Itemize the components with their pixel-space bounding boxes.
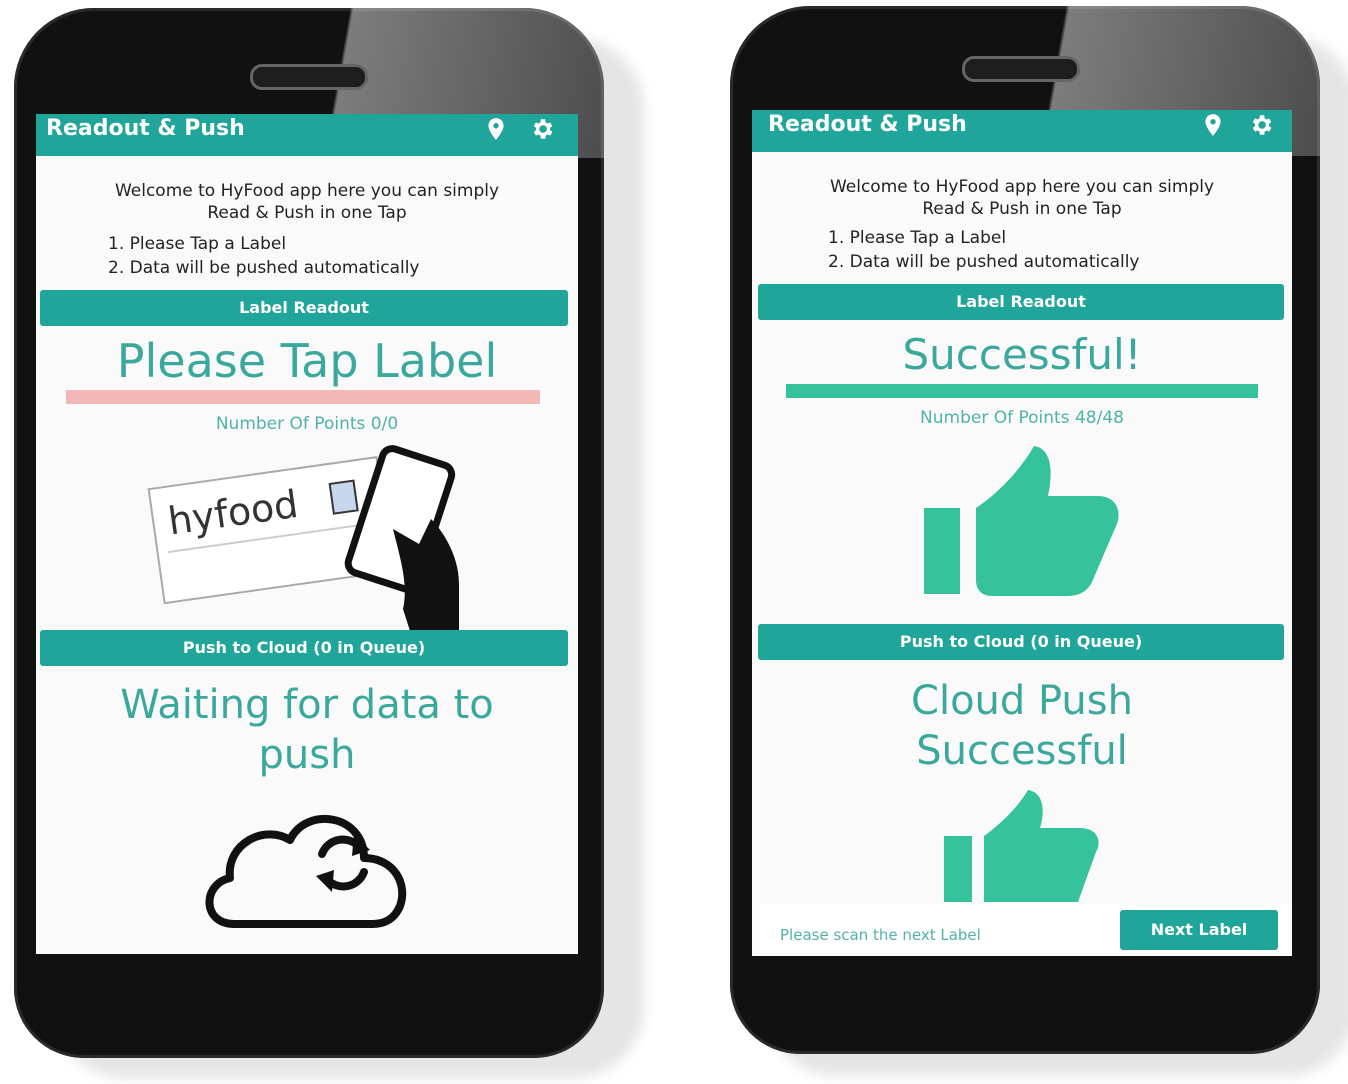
right-phone: Readout & Push Welcome to HyFood app her… — [730, 6, 1348, 1076]
welcome-text: Welcome to HyFood app here you can simpl… — [114, 181, 500, 223]
instructions-list: 1. Please Tap a Label 2. Data will be pu… — [828, 226, 1140, 274]
push-to-cloud-button[interactable]: Push to Cloud (0 in Queue) — [758, 624, 1284, 660]
push-status: Waiting for data to push — [120, 682, 494, 778]
gear-icon[interactable] — [1248, 112, 1274, 138]
label-readout-button[interactable]: Label Readout — [40, 290, 568, 326]
points-counter: Number Of Points 0/0 — [215, 414, 399, 434]
readout-progress-bar — [786, 384, 1258, 398]
hand-phone-icon: hyfood — [147, 445, 459, 634]
welcome-text: Welcome to HyFood app here you can simpl… — [829, 177, 1215, 219]
left-phone: Readout & Push Welcome to HyFood app her… — [14, 8, 644, 1078]
label-readout-button[interactable]: Label Readout — [758, 284, 1284, 320]
location-pin-icon[interactable] — [483, 116, 509, 142]
instructions-list: 1. Please Tap a Label 2. Data will be pu… — [108, 232, 420, 280]
cloud-sync-icon — [205, 814, 407, 928]
step-2: 2. Data will be pushed automatically — [828, 252, 1140, 272]
readout-status: Please Tap Label — [116, 334, 498, 388]
snackbar-message: Please scan the next Label — [780, 926, 981, 944]
readout-status: Successful! — [902, 330, 1142, 379]
push-status: Cloud Push Successful — [911, 678, 1133, 774]
left-screen: Readout & Push Welcome to HyFood app her… — [36, 114, 578, 954]
location-pin-icon[interactable] — [1200, 112, 1226, 138]
step-1: 1. Please Tap a Label — [108, 234, 287, 254]
earpiece — [962, 56, 1080, 82]
thumbs-up-icon — [924, 446, 1119, 596]
readout-progress-bar — [66, 390, 540, 404]
gear-icon[interactable] — [529, 116, 555, 142]
app-title: Readout & Push — [768, 112, 967, 137]
step-2: 2. Data will be pushed automatically — [108, 258, 420, 278]
app-bar: Readout & Push — [36, 114, 578, 156]
push-to-cloud-button[interactable]: Push to Cloud (0 in Queue) — [40, 630, 568, 666]
earpiece — [250, 64, 368, 90]
next-label-button[interactable]: Next Label — [1120, 910, 1278, 950]
right-screen: Readout & Push Welcome to HyFood app her… — [752, 110, 1292, 956]
points-counter: Number Of Points 48/48 — [920, 408, 1124, 428]
app-bar: Readout & Push — [752, 110, 1292, 152]
thumbs-up-icon — [944, 790, 1099, 902]
app-title: Readout & Push — [46, 116, 245, 141]
step-1: 1. Please Tap a Label — [828, 228, 1007, 248]
snackbar: Please scan the next Label Next Label — [760, 904, 1292, 956]
